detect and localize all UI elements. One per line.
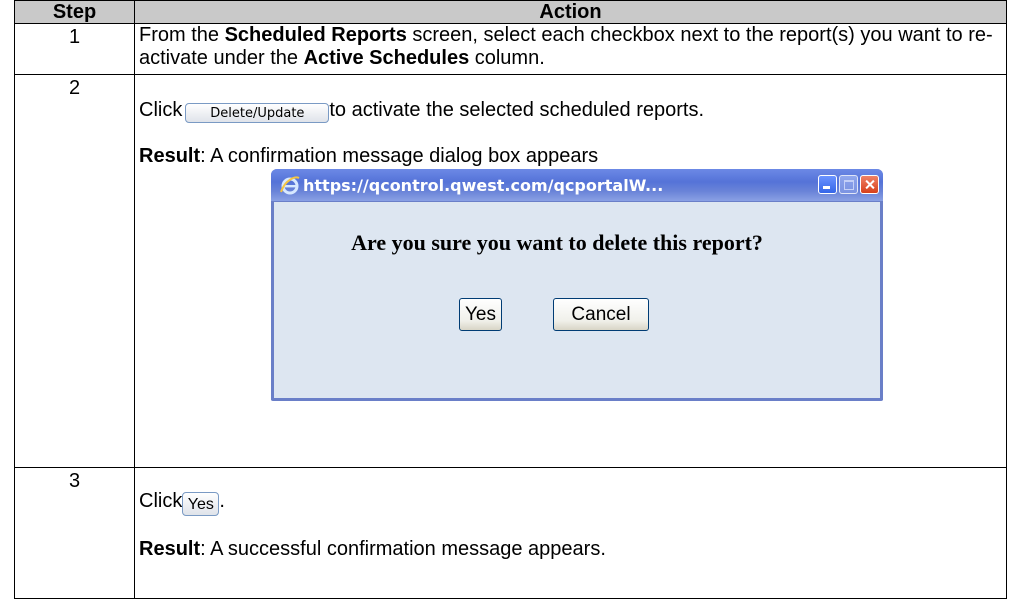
column-name: Active Schedules: [303, 47, 470, 69]
action-text: column.: [469, 47, 545, 69]
delete-update-button[interactable]: Delete/Update: [185, 103, 330, 123]
procedure-table: Step Action 1 From the Scheduled Reports…: [14, 0, 1007, 599]
step-number: 3: [14, 467, 135, 599]
step-action: Click Yes. Result: A successful confirmat…: [134, 467, 1007, 599]
dialog-message: Are you sure you want to delete this rep…: [351, 230, 763, 255]
maximize-icon[interactable]: [839, 175, 858, 194]
dialog-title-bar: https://qcontrol.qwest.com/qcportalW...: [271, 169, 883, 201]
table-row: 3 Click Yes. Result: A successful confirm…: [14, 467, 1007, 599]
step-action: Click Delete/Update to activate the select…: [134, 74, 1007, 468]
dialog-title: https://qcontrol.qwest.com/qcportalW...: [303, 176, 664, 195]
result-label: Result: [139, 538, 201, 560]
dialog-body: Are you sure you want to delete this rep…: [274, 201, 880, 398]
confirmation-dialog: https://qcontrol.qwest.com/qcportalW... …: [271, 169, 883, 401]
close-icon[interactable]: [860, 175, 879, 194]
table-row: 1 From the Scheduled Reports screen, sel…: [14, 23, 1007, 75]
step-number: 1: [14, 23, 135, 75]
step-number: 2: [14, 74, 135, 468]
table-row: 2 Click Delete/Update to activate the sele…: [14, 74, 1007, 468]
click-prefix: Click: [139, 99, 183, 121]
dialog-cancel-button[interactable]: Cancel: [553, 298, 649, 331]
screen-name: Scheduled Reports: [224, 24, 407, 46]
header-action: Action: [134, 0, 1007, 24]
dialog-yes-button[interactable]: Yes: [459, 298, 502, 331]
internet-explorer-icon: [280, 176, 300, 195]
minimize-icon[interactable]: [818, 175, 837, 194]
step-action: From the Scheduled Reports screen, selec…: [134, 23, 1007, 75]
yes-button[interactable]: Yes: [182, 492, 220, 516]
result-text: : A successful confirmation message appe…: [200, 538, 606, 560]
table-header-row: Step Action: [14, 0, 1007, 24]
result-text: : A confirmation message dialog box appe…: [200, 145, 599, 167]
action-text: From the: [139, 24, 225, 46]
result-label: Result: [139, 145, 201, 167]
click-prefix: Click: [139, 490, 183, 512]
click-suffix: to activate the selected scheduled repor…: [329, 99, 705, 121]
click-suffix: .: [219, 490, 225, 512]
header-step: Step: [14, 0, 135, 24]
